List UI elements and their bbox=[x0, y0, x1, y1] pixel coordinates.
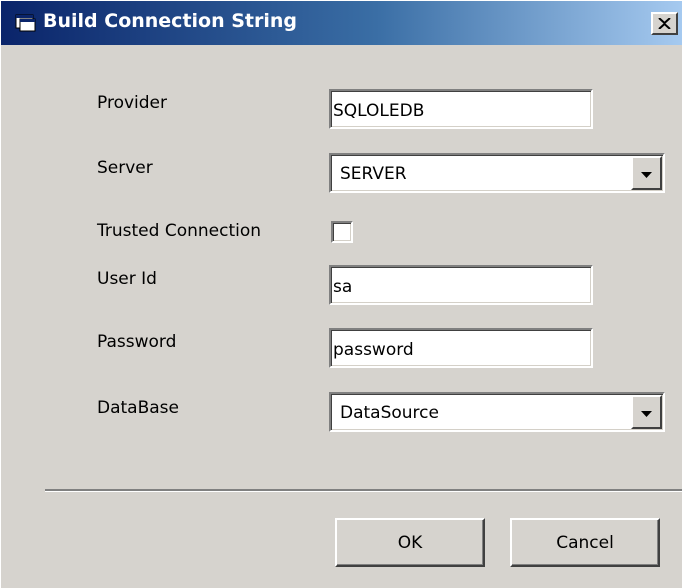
chevron-down-icon bbox=[640, 403, 653, 422]
server-dropdown-button[interactable] bbox=[631, 156, 662, 190]
password-label: Password bbox=[97, 332, 177, 352]
dialog-app-icon bbox=[15, 14, 37, 32]
close-x-icon bbox=[658, 14, 671, 33]
user-id-label: User Id bbox=[97, 269, 157, 289]
server-label: Server bbox=[97, 158, 153, 178]
title-bar[interactable]: Build Connection String bbox=[1, 1, 682, 45]
trusted-connection-checkbox[interactable] bbox=[331, 221, 353, 243]
close-button[interactable] bbox=[651, 12, 678, 35]
user-id-input[interactable]: sa bbox=[329, 265, 593, 305]
provider-input[interactable]: SQLOLEDB bbox=[329, 89, 593, 129]
provider-label: Provider bbox=[97, 93, 167, 113]
database-selected-value: DataSource bbox=[340, 403, 439, 423]
database-dropdown-button[interactable] bbox=[631, 395, 662, 429]
database-select[interactable]: DataSource bbox=[329, 392, 665, 432]
window-title: Build Connection String bbox=[43, 10, 298, 32]
password-input[interactable]: password bbox=[329, 328, 593, 368]
database-label: DataBase bbox=[97, 398, 179, 418]
server-selected-value: SERVER bbox=[340, 164, 407, 184]
server-select[interactable]: SERVER bbox=[329, 153, 665, 193]
cancel-button[interactable]: Cancel bbox=[510, 518, 660, 567]
chevron-down-icon bbox=[640, 164, 653, 183]
separator-line bbox=[45, 489, 682, 492]
ok-button[interactable]: OK bbox=[335, 518, 485, 567]
trusted-connection-label: Trusted Connection bbox=[97, 221, 262, 241]
dialog-window: Build Connection String Provider SQLOLED… bbox=[0, 0, 682, 588]
